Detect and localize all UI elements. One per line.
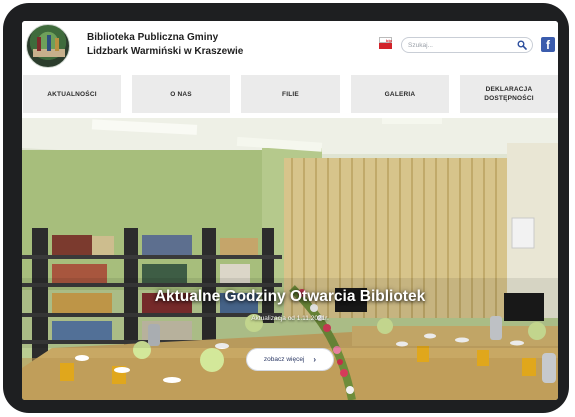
nav-label: GALERIA (384, 90, 416, 98)
site-title-line2: Lidzbark Warmiński w Kraszewie (87, 46, 244, 57)
site-title[interactable]: Biblioteka Publiczna Gminy Lidzbark Warm… (87, 31, 243, 59)
search-icon[interactable] (517, 40, 527, 50)
nav-label: AKTUALNOŚCI (47, 90, 97, 98)
nav-label: DEKLARACJA DOSTĘPNOŚCI (484, 86, 534, 102)
see-more-button[interactable]: zobacz więcej › (246, 348, 334, 371)
bip-label: bip (386, 38, 392, 43)
chevron-right-icon: › (313, 355, 317, 364)
site-title-line1: Biblioteka Publiczna Gminy (87, 32, 219, 43)
see-more-label: zobacz więcej (263, 356, 305, 363)
hero-subtitle: Aktualizacja od 1.11.2021r. (251, 315, 329, 322)
main-nav: AKTUALNOŚCI O NAS FILIE GALERIA DEKLARAC… (22, 73, 558, 117)
site-header: Biblioteka Publiczna Gminy Lidzbark Warm… (22, 21, 558, 73)
nav-item-filie[interactable]: FILIE (241, 75, 340, 113)
facebook-icon[interactable]: f (541, 37, 555, 52)
search-input[interactable] (408, 38, 508, 52)
nav-item-o-nas[interactable]: O NAS (132, 75, 230, 113)
tablet-frame: Biblioteka Publiczna Gminy Lidzbark Warm… (3, 3, 569, 413)
hero-slider: Aktualne Godziny Otwarcia Bibliotek Aktu… (22, 118, 558, 400)
nav-label: O NAS (170, 90, 192, 98)
browser-viewport: Biblioteka Publiczna Gminy Lidzbark Warm… (22, 21, 558, 400)
library-logo[interactable] (26, 24, 70, 68)
nav-item-galeria[interactable]: GALERIA (351, 75, 449, 113)
facebook-letter: f (546, 38, 550, 52)
bip-icon[interactable]: bip (379, 37, 392, 49)
nav-item-deklaracja-dostepnosci[interactable]: DEKLARACJA DOSTĘPNOŚCI (460, 75, 558, 113)
search-box (401, 37, 533, 53)
nav-label: FILIE (282, 90, 299, 98)
hero-title[interactable]: Aktualne Godziny Otwarcia Bibliotek (22, 288, 558, 306)
nav-item-aktualnosci[interactable]: AKTUALNOŚCI (23, 75, 121, 113)
